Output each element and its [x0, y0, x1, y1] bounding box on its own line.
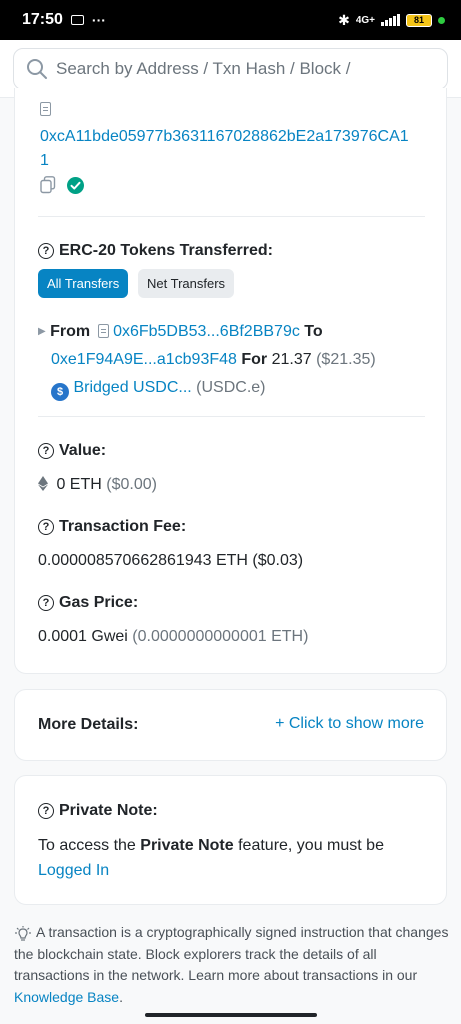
- gas-row: 0.0001 Gwei (0.0000000000001 ETH): [38, 628, 308, 646]
- search-input[interactable]: [56, 59, 435, 79]
- gas-heading-text: Gas Price:: [59, 594, 139, 611]
- from-label: From: [50, 323, 91, 340]
- usdc-token-icon: $: [51, 383, 69, 401]
- note-text-after: feature, you must be: [233, 837, 384, 854]
- show-more-link[interactable]: + Click to show more: [275, 715, 424, 733]
- gas-eth: (0.0000000000001 ETH): [132, 628, 309, 645]
- tab-all-transfers[interactable]: All Transfers: [38, 269, 129, 298]
- verified-check-icon: [67, 177, 84, 194]
- more-details-label: More Details:: [38, 716, 139, 733]
- token-symbol: (USDC.e): [196, 379, 266, 396]
- ethereum-icon: [38, 476, 48, 491]
- private-note-heading: ? Private Note:: [38, 802, 158, 820]
- for-label: For: [241, 351, 268, 368]
- gas-amount: 0.0001 Gwei: [38, 628, 128, 645]
- signal-icon: [381, 14, 400, 26]
- value-heading-text: Value:: [59, 442, 107, 459]
- question-icon[interactable]: ?: [38, 443, 54, 459]
- knowledge-base-link[interactable]: Knowledge Base: [14, 989, 119, 1005]
- from-document-icon: [97, 324, 109, 338]
- more-icon: ···: [91, 12, 106, 28]
- battery-icon: 81: [406, 13, 432, 27]
- transfer-amount: 21.37: [271, 351, 312, 368]
- fee-amount: 0.000008570662861943 ETH ($0.03): [38, 552, 304, 569]
- search-icon: [27, 59, 47, 79]
- contract-document-icon: [40, 102, 51, 116]
- transfer-amount-usd: ($21.35): [316, 351, 376, 368]
- search-box[interactable]: [13, 48, 448, 90]
- gas-heading: ? Gas Price:: [38, 594, 138, 612]
- bluetooth-icon: ✱: [338, 11, 350, 28]
- divider: [38, 416, 425, 417]
- note-text-bold: Private Note: [140, 837, 234, 854]
- value-amount: 0 ETH: [56, 476, 102, 493]
- expand-caret-icon[interactable]: ▶: [38, 326, 46, 337]
- footer-end: .: [119, 988, 123, 1005]
- fee-heading: ? Transaction Fee:: [38, 518, 186, 536]
- transaction-details-card: 0xcA11bde05977b3631167028862bE2a173976CA…: [14, 88, 447, 674]
- private-note-heading-text: Private Note:: [59, 802, 158, 819]
- private-note-text: To access the Private Note feature, you …: [38, 833, 428, 883]
- erc20-heading: ? ERC-20 Tokens Transferred:: [38, 242, 273, 260]
- divider: [38, 216, 425, 217]
- footer-text: A transaction is a cryptographically sig…: [14, 924, 449, 983]
- erc20-heading-text: ERC-20 Tokens Transferred:: [59, 242, 273, 259]
- contract-address-line1: 0xcA11bde05977b3631167028862bE2a173976CA…: [40, 128, 409, 145]
- status-dot-icon: [438, 16, 445, 24]
- token-name-link[interactable]: Bridged USDC...: [73, 379, 191, 396]
- question-icon[interactable]: ?: [38, 519, 54, 535]
- question-icon[interactable]: ?: [38, 595, 54, 611]
- status-time: 17:50: [22, 11, 63, 28]
- more-details-card: More Details: + Click to show more: [14, 689, 447, 761]
- message-icon: [70, 15, 84, 25]
- tab-net-transfers[interactable]: Net Transfers: [138, 269, 235, 298]
- value-usd: ($0.00): [106, 476, 157, 493]
- contract-address-link[interactable]: 0xcA11bde05977b3631167028862bE2a173976CA…: [40, 125, 440, 173]
- login-link[interactable]: Logged In: [38, 862, 109, 879]
- network-label: 4G+: [355, 14, 375, 26]
- question-icon[interactable]: ?: [38, 803, 54, 819]
- fee-heading-text: Transaction Fee:: [59, 518, 187, 535]
- to-label: To: [304, 323, 323, 340]
- footer-info: A transaction is a cryptographically sig…: [14, 922, 450, 1008]
- copy-icon[interactable]: [40, 176, 56, 194]
- status-bar: 17:50 ··· ✱ 4G+ 81: [0, 0, 461, 40]
- value-row: 0 ETH ($0.00): [38, 476, 157, 494]
- contract-address-line2: 1: [40, 152, 49, 169]
- home-indicator[interactable]: [145, 1013, 317, 1017]
- from-address-link[interactable]: 0x6Fb5DB53...6Bf2BB79c: [113, 323, 300, 340]
- to-address-link[interactable]: 0xe1F94A9E...a1cb93F48: [51, 351, 237, 368]
- value-heading: ? Value:: [38, 442, 106, 460]
- question-icon[interactable]: ?: [38, 243, 54, 259]
- note-text-before: To access the: [38, 837, 141, 854]
- private-note-card: ? Private Note: To access the Private No…: [14, 775, 447, 905]
- transfer-row: ▶ From 0x6Fb5DB53...6Bf2BB79c To 0xe1F94…: [38, 318, 438, 402]
